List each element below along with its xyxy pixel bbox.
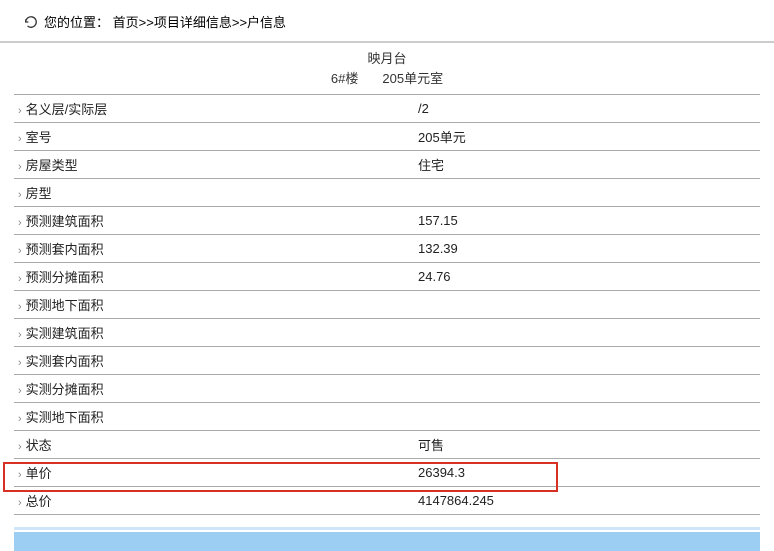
row-value	[414, 375, 760, 403]
row-label: 实测分摊面积	[26, 382, 104, 397]
row-marker-icon: ›	[18, 301, 22, 313]
table-row: › 名义层/实际层 /2	[14, 95, 760, 123]
row-label-cell: › 实测建筑面积	[14, 319, 414, 347]
table-row: › 室号 205单元	[14, 123, 760, 151]
row-label: 预测建筑面积	[26, 214, 104, 229]
row-marker-icon: ›	[18, 189, 22, 201]
row-label: 实测地下面积	[26, 410, 104, 425]
row-label-cell: › 名义层/实际层	[14, 95, 414, 123]
refresh-icon	[24, 15, 38, 29]
table-row: › 房型	[14, 179, 760, 207]
row-label-cell: › 预测套内面积	[14, 235, 414, 263]
table-row: › 实测分摊面积	[14, 375, 760, 403]
row-label-cell: › 房屋类型	[14, 151, 414, 179]
table-row: › 状态 可售	[14, 431, 760, 459]
row-label-cell: › 室号	[14, 123, 414, 151]
row-value: 24.76	[414, 263, 760, 291]
row-label: 预测分摊面积	[26, 270, 104, 285]
row-marker-icon: ›	[18, 413, 22, 425]
row-marker-icon: ›	[18, 329, 22, 341]
content-area: 映月台 6#楼 205单元室 › 名义层/实际层 /2 › 室号 205单元 › 房屋类…	[0, 43, 774, 515]
table-row: › 预测建筑面积 157.15	[14, 207, 760, 235]
row-value	[414, 403, 760, 431]
breadcrumb-sep2: >>	[232, 15, 247, 30]
breadcrumb-prefix: 您的位置：	[44, 15, 109, 30]
row-value: 可售	[414, 431, 760, 459]
row-label: 实测套内面积	[26, 354, 104, 369]
row-value: 132.39	[414, 235, 760, 263]
row-value: 住宅	[414, 151, 760, 179]
table-row: › 房屋类型 住宅	[14, 151, 760, 179]
row-value: 205单元	[414, 123, 760, 151]
row-value	[414, 291, 760, 319]
row-label-cell: › 预测分摊面积	[14, 263, 414, 291]
row-label-cell: › 实测地下面积	[14, 403, 414, 431]
row-value: /2	[414, 95, 760, 123]
row-marker-icon: ›	[18, 273, 22, 285]
row-label: 房型	[26, 186, 52, 201]
table-row-highlighted: › 单价 26394.3	[14, 459, 760, 487]
table-row: › 实测地下面积	[14, 403, 760, 431]
building-label: 6#楼	[331, 71, 358, 86]
row-label: 预测地下面积	[26, 298, 104, 313]
row-label-cell: › 实测分摊面积	[14, 375, 414, 403]
data-table: › 名义层/实际层 /2 › 室号 205单元 › 房屋类型 住宅 › 房型 › 预测建筑…	[14, 95, 760, 515]
project-subtitle: 6#楼 205单元室	[14, 69, 760, 89]
row-value: 4147864.245	[414, 487, 760, 515]
table-row: › 实测建筑面积	[14, 319, 760, 347]
table-header: 映月台 6#楼 205单元室	[14, 43, 760, 95]
row-label-cell: › 预测建筑面积	[14, 207, 414, 235]
row-label-cell: › 房型	[14, 179, 414, 207]
row-marker-icon: ›	[18, 497, 22, 509]
breadcrumb-text: 您的位置： 首页>>项目详细信息>>户信息	[44, 12, 286, 31]
row-label: 实测建筑面积	[26, 326, 104, 341]
row-marker-icon: ›	[18, 469, 22, 481]
table-row: › 预测分摊面积 24.76	[14, 263, 760, 291]
row-label-cell: › 单价	[14, 459, 414, 487]
row-marker-icon: ›	[18, 217, 22, 229]
row-value: 157.15	[414, 207, 760, 235]
table-row: › 实测套内面积	[14, 347, 760, 375]
footer-bar-thick	[14, 532, 760, 551]
row-label-cell: › 预测地下面积	[14, 291, 414, 319]
row-value: 26394.3	[414, 459, 760, 487]
breadcrumb-sep1: >>	[139, 15, 154, 30]
row-marker-icon: ›	[18, 385, 22, 397]
row-marker-icon: ›	[18, 161, 22, 173]
table-row: › 总价 4147864.245	[14, 487, 760, 515]
row-marker-icon: ›	[18, 105, 22, 117]
row-label: 预测套内面积	[26, 242, 104, 257]
row-label-cell: › 实测套内面积	[14, 347, 414, 375]
breadcrumb: 您的位置： 首页>>项目详细信息>>户信息	[0, 0, 774, 43]
breadcrumb-project[interactable]: 项目详细信息	[154, 15, 232, 30]
breadcrumb-unit[interactable]: 户信息	[247, 15, 286, 30]
row-marker-icon: ›	[18, 133, 22, 145]
unit-label: 205单元室	[382, 71, 443, 86]
footer-bars	[0, 527, 774, 551]
row-marker-icon: ›	[18, 357, 22, 369]
row-label: 单价	[26, 466, 52, 481]
row-label-cell: › 总价	[14, 487, 414, 515]
footer-bar-thin	[14, 527, 760, 530]
table-row: › 预测地下面积	[14, 291, 760, 319]
row-value	[414, 347, 760, 375]
breadcrumb-home[interactable]: 首页	[113, 15, 139, 30]
row-value	[414, 319, 760, 347]
row-label: 名义层/实际层	[26, 102, 108, 117]
table-row: › 预测套内面积 132.39	[14, 235, 760, 263]
row-label: 状态	[26, 438, 52, 453]
row-label: 室号	[26, 130, 52, 145]
row-marker-icon: ›	[18, 245, 22, 257]
row-label-cell: › 状态	[14, 431, 414, 459]
project-title: 映月台	[14, 49, 760, 69]
row-label: 总价	[26, 494, 52, 509]
row-label: 房屋类型	[26, 158, 78, 173]
row-value	[414, 179, 760, 207]
row-marker-icon: ›	[18, 441, 22, 453]
